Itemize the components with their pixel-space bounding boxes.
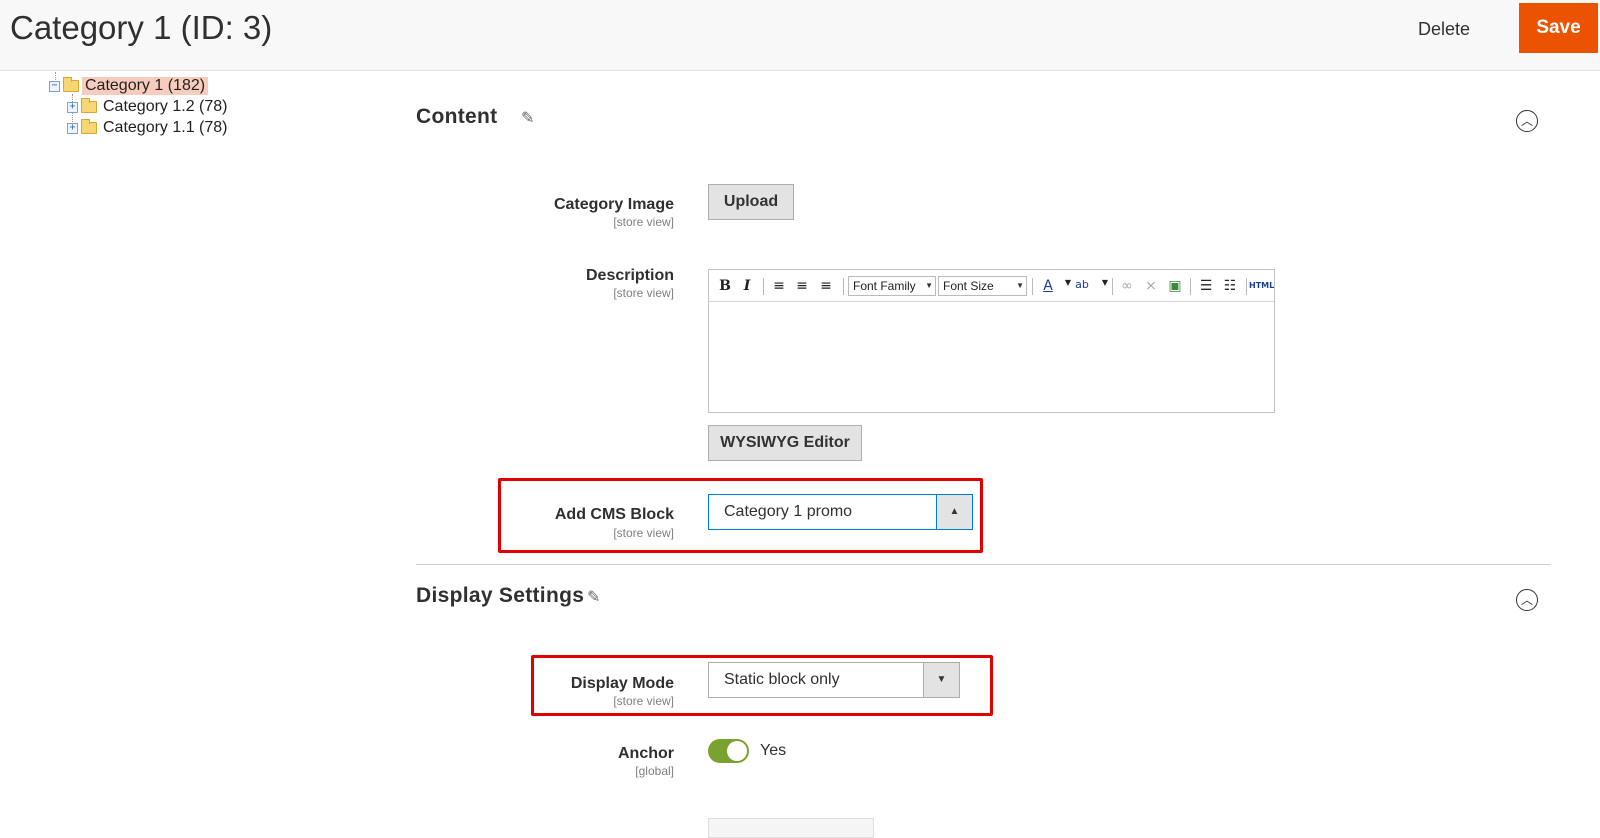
align-center-icon[interactable]: ≡	[793, 278, 811, 296]
cms-block-label: Add CMS Block	[554, 506, 674, 523]
save-button[interactable]: Save	[1519, 3, 1598, 53]
bold-icon[interactable]: B	[716, 278, 734, 296]
toolbar-separator	[1112, 278, 1113, 295]
bullet-list-icon[interactable]: ☰	[1197, 278, 1215, 296]
tree-item-label[interactable]: Category 1.2 (78)	[100, 98, 231, 116]
upload-button[interactable]: Upload	[708, 184, 794, 220]
chevron-down-icon: ▼	[925, 281, 933, 290]
italic-icon[interactable]: I	[738, 278, 756, 296]
toolbar-separator	[1190, 278, 1191, 295]
font-size-value: Font Size	[943, 279, 994, 293]
font-family-value: Font Family	[853, 279, 916, 293]
highlight-color-icon[interactable]: ab	[1073, 278, 1091, 296]
anchor-scope: [global]	[635, 764, 674, 778]
folder-icon	[81, 119, 97, 134]
pencil-icon[interactable]: ✎	[521, 108, 539, 127]
font-family-select[interactable]: Font Family ▼	[848, 276, 936, 296]
expand-tree-icon[interactable]: +	[67, 101, 78, 113]
description-scope: [store view]	[613, 286, 674, 300]
collapse-tree-icon[interactable]: −	[49, 80, 60, 92]
page-title: Category 1 (ID: 3)	[10, 9, 273, 46]
collapse-section-icon[interactable]: ︿	[1516, 110, 1538, 132]
anchor-toggle[interactable]	[708, 739, 749, 763]
toolbar-separator	[763, 278, 764, 295]
chevron-down-icon: ▼	[1016, 281, 1024, 290]
display-mode-label: Display Mode	[570, 675, 674, 692]
category-image-scope: [store view]	[613, 215, 674, 229]
chevron-down-icon[interactable]: ▼	[923, 663, 959, 697]
image-icon[interactable]: ▣	[1166, 278, 1184, 296]
folder-open-icon	[63, 77, 79, 92]
description-label: Description	[585, 267, 674, 284]
cms-block-value: Category 1 promo	[724, 503, 853, 520]
font-size-select[interactable]: Font Size ▼	[938, 276, 1027, 296]
folder-icon	[81, 98, 97, 113]
display-mode-select[interactable]: Static block only ▼	[708, 662, 960, 698]
wysiwyg-editor-button[interactable]: WYSIWYG Editor	[708, 425, 862, 461]
toggle-knob	[727, 741, 747, 761]
tree-item-category-1[interactable]: − Category 1 (182)	[49, 77, 209, 95]
text-color-icon[interactable]: A	[1039, 278, 1057, 296]
collapse-section-icon[interactable]: ︿	[1516, 589, 1538, 611]
tree-item-label[interactable]: Category 1 (182)	[82, 77, 209, 95]
tree-item-category-1-2[interactable]: + Category 1.2 (78)	[67, 98, 231, 116]
editor-toolbar: B I ≡ ≡ ≡ Font Family ▼ Font Size ▼ A ▼ …	[709, 270, 1274, 302]
unlink-icon[interactable]: ⨯	[1142, 278, 1160, 296]
html-source-icon[interactable]: HTML	[1249, 281, 1274, 299]
description-editor[interactable]: B I ≡ ≡ ≡ Font Family ▼ Font Size ▼ A ▼ …	[708, 269, 1275, 413]
display-mode-scope: [store view]	[613, 694, 674, 708]
cms-block-scope: [store view]	[613, 526, 674, 540]
toolbar-separator	[1246, 278, 1247, 295]
anchor-label: Anchor	[618, 745, 674, 762]
page-header: Category 1 (ID: 3) Delete Save	[0, 0, 1600, 71]
pencil-icon[interactable]: ✎	[587, 587, 605, 606]
align-right-icon[interactable]: ≡	[817, 278, 835, 296]
tree-item-category-1-1[interactable]: + Category 1.1 (78)	[67, 119, 231, 137]
expand-tree-icon[interactable]: +	[67, 122, 78, 134]
display-settings-section-title[interactable]: Display Settings	[416, 584, 584, 608]
toolbar-separator	[1032, 278, 1033, 295]
delete-button[interactable]: Delete	[1410, 14, 1478, 44]
anchor-toggle-text: Yes	[760, 742, 787, 759]
tree-item-label[interactable]: Category 1.1 (78)	[100, 119, 231, 137]
section-divider	[416, 564, 1551, 565]
link-icon[interactable]: ∞	[1118, 278, 1136, 296]
content-section-title[interactable]: Content	[416, 105, 497, 129]
chevron-up-icon[interactable]: ▲	[936, 495, 972, 529]
align-left-icon[interactable]: ≡	[770, 278, 788, 296]
partial-select-field[interactable]	[708, 818, 874, 838]
numbered-list-icon[interactable]: ☷	[1221, 278, 1239, 296]
category-image-label: Category Image	[553, 196, 674, 213]
display-mode-value: Static block only	[724, 671, 840, 688]
toolbar-separator	[843, 278, 844, 295]
cms-block-select[interactable]: Category 1 promo ▲	[708, 494, 973, 530]
